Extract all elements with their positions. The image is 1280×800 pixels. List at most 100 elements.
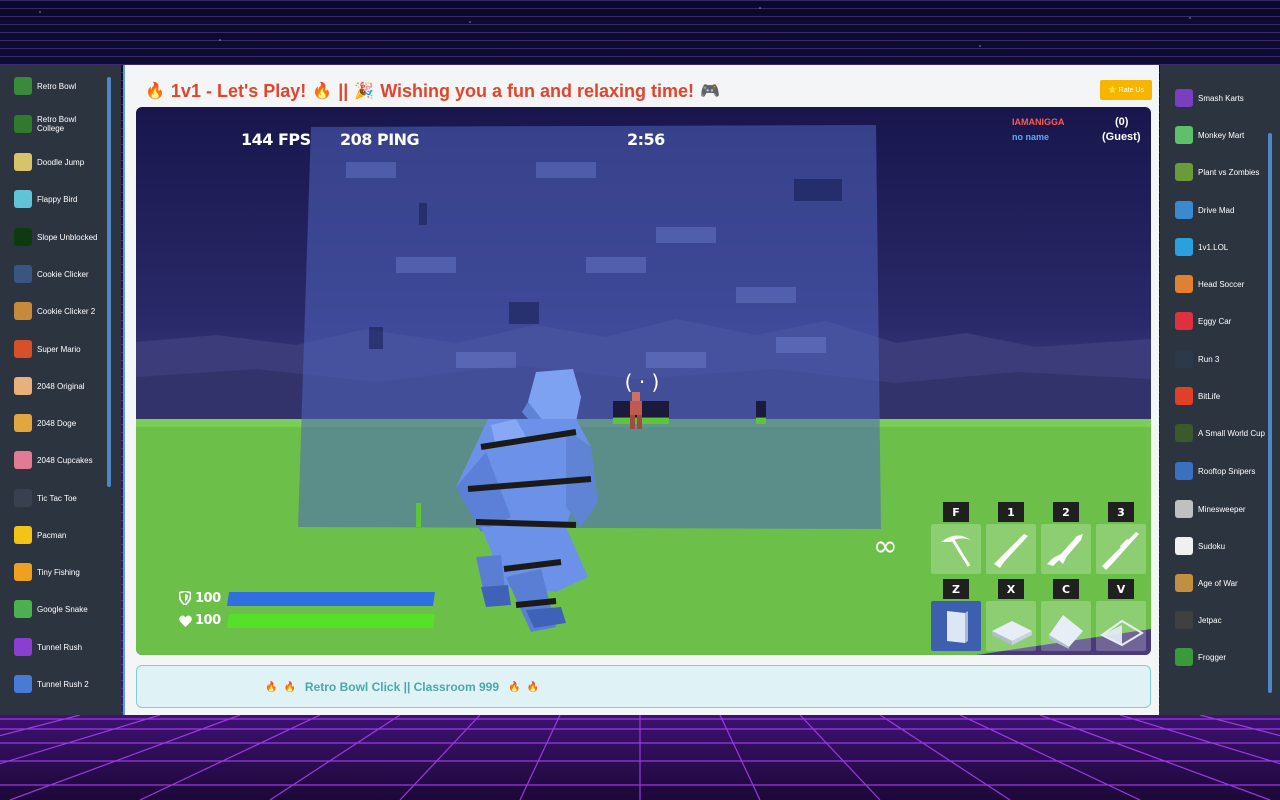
left-item-cookie-clicker[interactable]: Cookie Clicker	[14, 265, 104, 283]
right-item-sudoku[interactable]: Sudoku	[1175, 537, 1270, 555]
sniper-rifle-icon	[1102, 532, 1139, 570]
fire-icon: 🔥	[312, 83, 333, 100]
heart-icon	[179, 614, 192, 632]
drive-mad-icon	[1175, 201, 1193, 219]
title-part2: Wishing you a fun and relaxing time!	[380, 80, 695, 101]
right-item-label: 1v1.LOL	[1198, 242, 1229, 252]
title-separator: ||	[338, 80, 349, 101]
right-item-label: Smash Karts	[1198, 93, 1244, 103]
left-item-flappy-bird[interactable]: Flappy Bird	[14, 190, 104, 208]
fps-counter: 144 FPS	[241, 130, 311, 149]
right-item-label: Plant vs Zombies	[1198, 167, 1260, 177]
right-item-a-small-world-cup[interactable]: A Small World Cup	[1175, 424, 1270, 442]
head-soccer-icon	[1175, 275, 1193, 293]
left-item-tic-tac-toe[interactable]: Tic Tac Toe	[14, 489, 104, 507]
weapon-slot-sniper[interactable]	[1096, 524, 1146, 574]
smash-karts-icon	[1175, 89, 1193, 107]
right-item-label: Age of War	[1198, 578, 1238, 588]
right-item-1v1-lol[interactable]: 1v1.LOL	[1175, 238, 1270, 256]
weapon-slot-shotgun[interactable]	[986, 524, 1036, 574]
right-item-rooftop-snipers[interactable]: Rooftop Snipers	[1175, 462, 1270, 480]
left-item-pacman[interactable]: Pacman	[14, 526, 104, 544]
right-item-bitlife[interactable]: BitLife	[1175, 387, 1270, 405]
shield-bar	[227, 592, 435, 606]
right-item-age-of-war[interactable]: Age of War	[1175, 574, 1270, 592]
right-item-jetpac[interactable]: Jetpac	[1175, 611, 1270, 629]
weapon-key-3: 3	[1108, 502, 1134, 522]
left-item-cookie-clicker-2[interactable]: Cookie Clicker 2	[14, 302, 104, 320]
shotgun-icon	[994, 534, 1028, 568]
right-item-drive-mad[interactable]: Drive Mad	[1175, 201, 1270, 219]
left-item-tiny-fishing[interactable]: Tiny Fishing	[14, 563, 104, 581]
left-item-label: Cookie Clicker 2	[37, 306, 96, 316]
left-item-retro-bowl-college[interactable]: Retro Bowl College	[14, 115, 104, 133]
left-item-super-mario[interactable]: Super Mario	[14, 340, 104, 358]
right-item-frogger[interactable]: Frogger	[1175, 648, 1270, 666]
left-item-google-snake[interactable]: Google Snake	[14, 600, 104, 618]
weapon-slot-pickaxe[interactable]	[931, 524, 981, 574]
build-slot-wall[interactable]	[931, 601, 981, 651]
build-slot-cone[interactable]	[1096, 601, 1146, 651]
left-item-2048-original[interactable]: 2048 Original	[14, 377, 104, 395]
left-item-doodle-jump[interactable]: Doodle Jump	[14, 153, 104, 171]
retro-bowl-college-icon	[14, 115, 32, 133]
left-item-retro-bowl[interactable]: Retro Bowl	[14, 77, 104, 95]
right-sidebar: Smash Karts Monkey Mart Plant vs Zombies Dr…	[1160, 65, 1280, 715]
tic-tac-toe-icon	[14, 489, 32, 507]
age-of-war-icon	[1175, 574, 1193, 592]
weapon-slot-assault-rifle[interactable]	[1041, 524, 1091, 574]
weapon-key-2: 2	[1053, 502, 1079, 522]
retro-bowl-icon	[14, 77, 32, 95]
health-bar	[227, 614, 435, 628]
right-item-monkey-mart[interactable]: Monkey Mart	[1175, 126, 1270, 144]
minesweeper-icon	[1175, 500, 1193, 518]
left-item-label: 2048 Cupcakes	[37, 455, 93, 465]
left-item-label: Retro Bowl College	[37, 115, 77, 133]
wall-build-icon	[947, 611, 968, 643]
left-item-tunnel-rush[interactable]: Tunnel Rush	[14, 638, 104, 656]
build-slot-floor[interactable]	[986, 601, 1036, 651]
left-sidebar-scrollbar[interactable]	[107, 77, 111, 487]
build-slot-ramp[interactable]	[1041, 601, 1091, 651]
shield-value: 100	[195, 591, 221, 606]
left-item-tunnel-rush-2[interactable]: Tunnel Rush 2	[14, 675, 104, 693]
left-item-2048-cupcakes[interactable]: 2048 Cupcakes	[14, 451, 104, 469]
left-item-label: Google Snake	[37, 604, 88, 614]
right-item-eggy-car[interactable]: Eggy Car	[1175, 312, 1270, 330]
right-item-smash-karts[interactable]: Smash Karts	[1175, 89, 1270, 107]
2048-cupcakes-icon	[14, 451, 32, 469]
right-item-label: Sudoku	[1198, 541, 1226, 551]
left-item-label: Retro Bowl	[37, 81, 77, 91]
left-item-label: Tunnel Rush	[37, 642, 83, 652]
right-item-run-3[interactable]: Run 3	[1175, 350, 1270, 368]
right-item-label: BitLife	[1198, 391, 1221, 401]
google-snake-icon	[14, 600, 32, 618]
cookie-clicker-icon	[14, 265, 32, 283]
weapon-key-1: 1	[998, 502, 1024, 522]
left-item-slope-unblocked[interactable]: Slope Unblocked	[14, 228, 104, 246]
left-item-2048-doge[interactable]: 2048 Doge	[14, 414, 104, 432]
right-item-plant-vs-zombies[interactable]: Plant vs Zombies	[1175, 163, 1270, 181]
2048-original-icon	[14, 377, 32, 395]
fire-icon: 🔥	[508, 681, 521, 693]
right-item-label: Eggy Car	[1198, 316, 1232, 326]
left-item-label: Flappy Bird	[37, 194, 78, 204]
eggy-car-icon	[1175, 312, 1193, 330]
doodle-jump-icon	[14, 153, 32, 171]
run-3-icon	[1175, 350, 1193, 368]
tiny-fishing-icon	[14, 563, 32, 581]
rate-us-button[interactable]: ⭐ Rate Us	[1100, 80, 1152, 100]
right-item-head-soccer[interactable]: Head Soccer	[1175, 275, 1270, 293]
sudoku-icon	[1175, 537, 1193, 555]
fire-icon: 🔥	[145, 83, 165, 100]
2048-doge-icon	[14, 414, 32, 432]
left-item-label: Pacman	[37, 530, 67, 540]
game-frame[interactable]: ( · ) 144 FPS 208 PING 2:56 IAMANIGGA no…	[136, 107, 1151, 655]
cookie-clicker-2-icon	[14, 302, 32, 320]
right-item-label: Drive Mad	[1198, 205, 1235, 215]
build-key-v: V	[1108, 579, 1134, 599]
crosshair: ( · )	[625, 370, 660, 394]
flappy-bird-icon	[14, 190, 32, 208]
right-item-minesweeper[interactable]: Minesweeper	[1175, 500, 1270, 518]
left-sidebar: Retro Bowl Retro Bowl College Doodle Jump F…	[0, 65, 121, 715]
